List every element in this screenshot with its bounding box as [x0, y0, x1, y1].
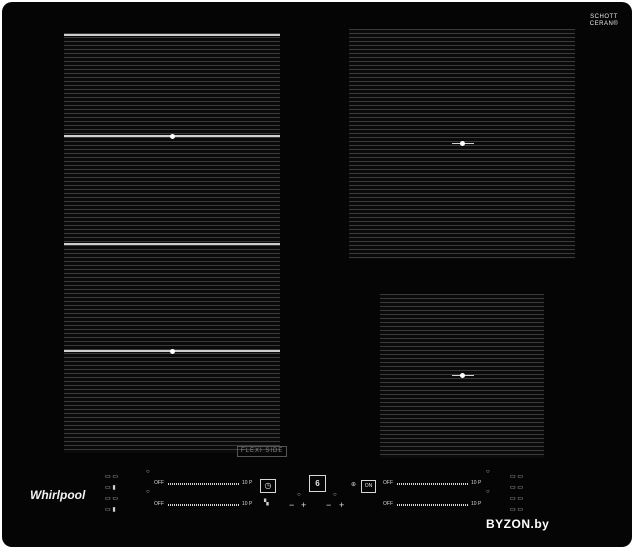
- power-minus-button[interactable]: −: [326, 500, 331, 510]
- zone-center-marker-icon: [452, 141, 474, 146]
- whirlpool-logo: Whirlpool: [30, 488, 86, 502]
- pause-icon[interactable]: ○: [486, 469, 490, 475]
- pause-icon[interactable]: ○: [146, 489, 150, 495]
- on-off-button[interactable]: ON: [361, 480, 376, 493]
- timer-indicator-icon: ○: [297, 492, 301, 498]
- zone-selector-icon[interactable]: ▭ ▭: [105, 473, 118, 480]
- glass-brand-label: SCHOTT CERAN®: [589, 14, 619, 27]
- cooktop-surface: FLEXI SIDE SCHOTT CERAN® Whirlpool ▭ ▭ ▭…: [2, 2, 632, 547]
- power-plus-button[interactable]: +: [339, 500, 344, 510]
- zone-selector-icon[interactable]: ▭ ▮: [105, 506, 116, 513]
- pause-icon[interactable]: ○: [486, 489, 490, 495]
- lock-icon[interactable]: ▚: [264, 499, 269, 506]
- zone-selector-icon[interactable]: ▭ ▭: [510, 495, 523, 502]
- power-slider-left-top[interactable]: OFF 10 P: [154, 478, 254, 490]
- zone-selector-icon[interactable]: ▭ ▭: [510, 484, 523, 491]
- flexi-side-label: FLEXI SIDE: [237, 446, 288, 457]
- timer-minus-button[interactable]: −: [289, 500, 294, 510]
- child-lock-icon[interactable]: ⊕: [351, 481, 356, 488]
- zone-center-marker-icon: [162, 134, 184, 139]
- zone-center-marker-icon: [162, 349, 184, 354]
- power-slider-left-bottom[interactable]: OFF 10 P: [154, 499, 254, 511]
- sixth-sense-indicator-icon: ○: [333, 492, 337, 498]
- zone-selector-icon[interactable]: ▭ ▭: [510, 506, 523, 513]
- timer-plus-button[interactable]: +: [301, 500, 306, 510]
- sixth-sense-button[interactable]: 6: [309, 475, 326, 492]
- power-slider-right-top[interactable]: OFF 10 P: [383, 478, 483, 490]
- zone-selector-icon[interactable]: ▭ ▭: [105, 495, 118, 502]
- pause-icon[interactable]: ○: [146, 469, 150, 475]
- zone-selector-icon[interactable]: ▭ ▭: [510, 473, 523, 480]
- clock-icon: ◷: [264, 481, 272, 490]
- power-slider-right-bottom[interactable]: OFF 10 P: [383, 499, 483, 511]
- zone-selector-icon[interactable]: ▭ ▮: [105, 484, 116, 491]
- timer-button[interactable]: ◷: [260, 479, 276, 493]
- watermark: BYZON.by: [486, 517, 550, 531]
- flexi-zone-divider-2: [64, 243, 280, 245]
- zone-center-marker-icon: [452, 373, 474, 378]
- flexi-zone-top-edge: [64, 34, 280, 36]
